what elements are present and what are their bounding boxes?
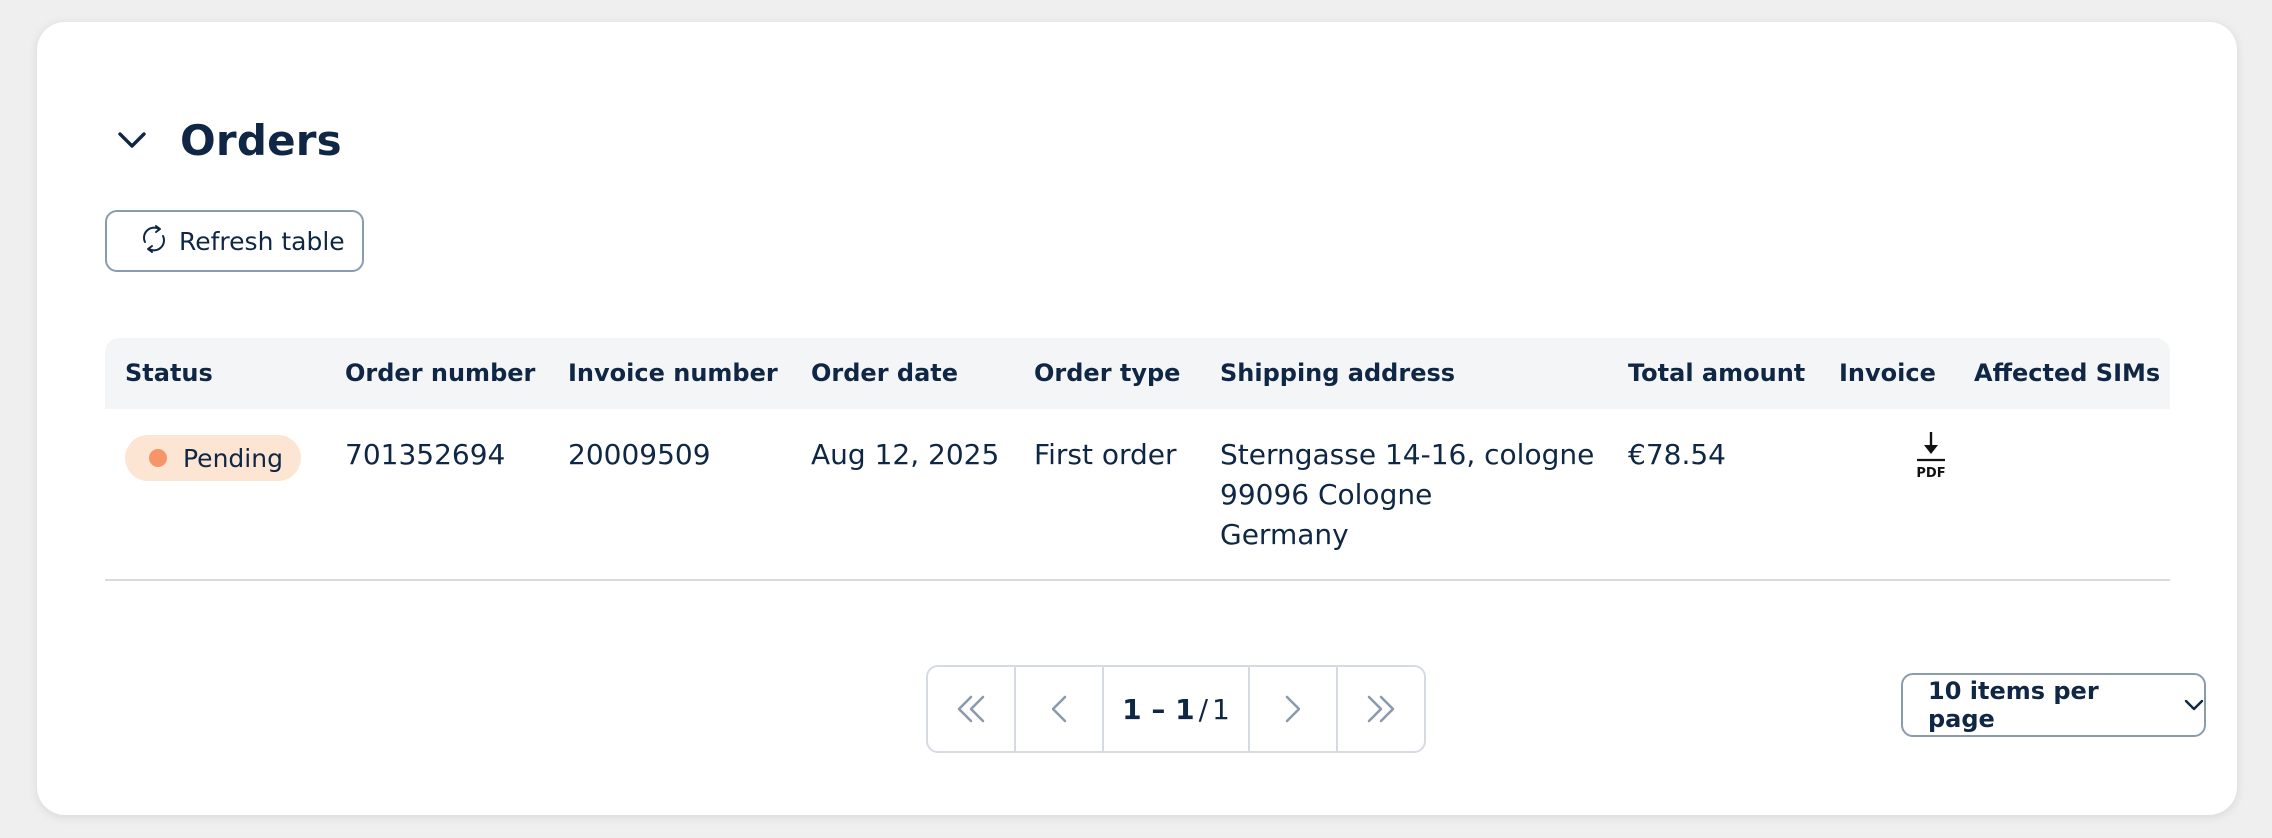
shipping-address: Sterngasse 14-16, cologne 99096 Cologne … bbox=[1220, 435, 1594, 555]
pdf-download-icon[interactable]: PDF bbox=[1911, 429, 1951, 489]
address-line-street: Sterngasse 14-16, cologne bbox=[1220, 438, 1595, 471]
column-header-invoice: Invoice bbox=[1839, 359, 1936, 387]
column-header-affected-sims: Affected SIMs bbox=[1974, 359, 2161, 387]
column-header-total-amount[interactable]: Total amount bbox=[1628, 338, 1805, 409]
section-header: Orders bbox=[114, 92, 342, 188]
order-date: Aug 12, 2025 bbox=[811, 438, 1000, 471]
page-separator: / bbox=[1198, 692, 1209, 726]
last-page-button[interactable] bbox=[1338, 667, 1424, 751]
chevron-down-icon bbox=[2184, 696, 2204, 715]
order-number: 701352694 bbox=[345, 438, 506, 471]
refresh-icon bbox=[139, 224, 169, 258]
first-page-button[interactable] bbox=[928, 667, 1016, 751]
refresh-table-label: Refresh table bbox=[179, 226, 345, 256]
column-header-invoice-number[interactable]: Invoice number bbox=[568, 338, 778, 409]
chevron-right-icon bbox=[1285, 695, 1301, 723]
column-header-order-type[interactable]: Order type bbox=[1034, 338, 1180, 409]
invoice-number: 20009509 bbox=[568, 438, 711, 471]
page-total: 1 bbox=[1212, 692, 1230, 726]
table-header: Status Order number Invoice number Order… bbox=[105, 338, 2170, 409]
column-header-order-date[interactable]: Order date bbox=[811, 338, 958, 409]
chevron-left-icon bbox=[1051, 695, 1067, 723]
total-amount: €78.54 bbox=[1628, 438, 1726, 471]
status-dot bbox=[149, 449, 167, 467]
orders-card: Orders Refresh table Status Order number… bbox=[37, 22, 2237, 815]
orders-table: Status Order number Invoice number Order… bbox=[105, 338, 2170, 581]
items-per-page-label: 10 items per page bbox=[1928, 677, 2099, 733]
chevron-down-icon[interactable] bbox=[114, 122, 150, 158]
status-badge: Pending bbox=[125, 435, 301, 481]
page-range: 1 – 1 bbox=[1122, 692, 1195, 726]
pagination: 1 – 1 / 1 bbox=[926, 665, 1426, 753]
previous-page-button[interactable] bbox=[1016, 667, 1104, 751]
order-type: First order bbox=[1034, 438, 1177, 471]
status-text: Pending bbox=[183, 443, 283, 473]
address-line-city: 99096 Cologne bbox=[1220, 478, 1433, 511]
items-per-page-select[interactable]: 10 items per page bbox=[1901, 673, 2206, 737]
column-header-shipping-address[interactable]: Shipping address bbox=[1220, 338, 1455, 409]
double-chevron-left-icon bbox=[957, 695, 985, 723]
page-title: Orders bbox=[180, 115, 342, 165]
double-chevron-right-icon bbox=[1367, 695, 1395, 723]
table-row[interactable]: Pending 701352694 20009509 Aug 12, 2025 … bbox=[105, 409, 2170, 581]
pdf-icon-text: PDF bbox=[1916, 466, 1945, 481]
next-page-button[interactable] bbox=[1250, 667, 1338, 751]
page-indicator: 1 – 1 / 1 bbox=[1104, 667, 1250, 751]
refresh-table-button[interactable]: Refresh table bbox=[105, 210, 364, 272]
address-line-country: Germany bbox=[1220, 518, 1349, 551]
column-header-status[interactable]: Status bbox=[125, 338, 213, 409]
column-header-order-number[interactable]: Order number bbox=[345, 338, 535, 409]
